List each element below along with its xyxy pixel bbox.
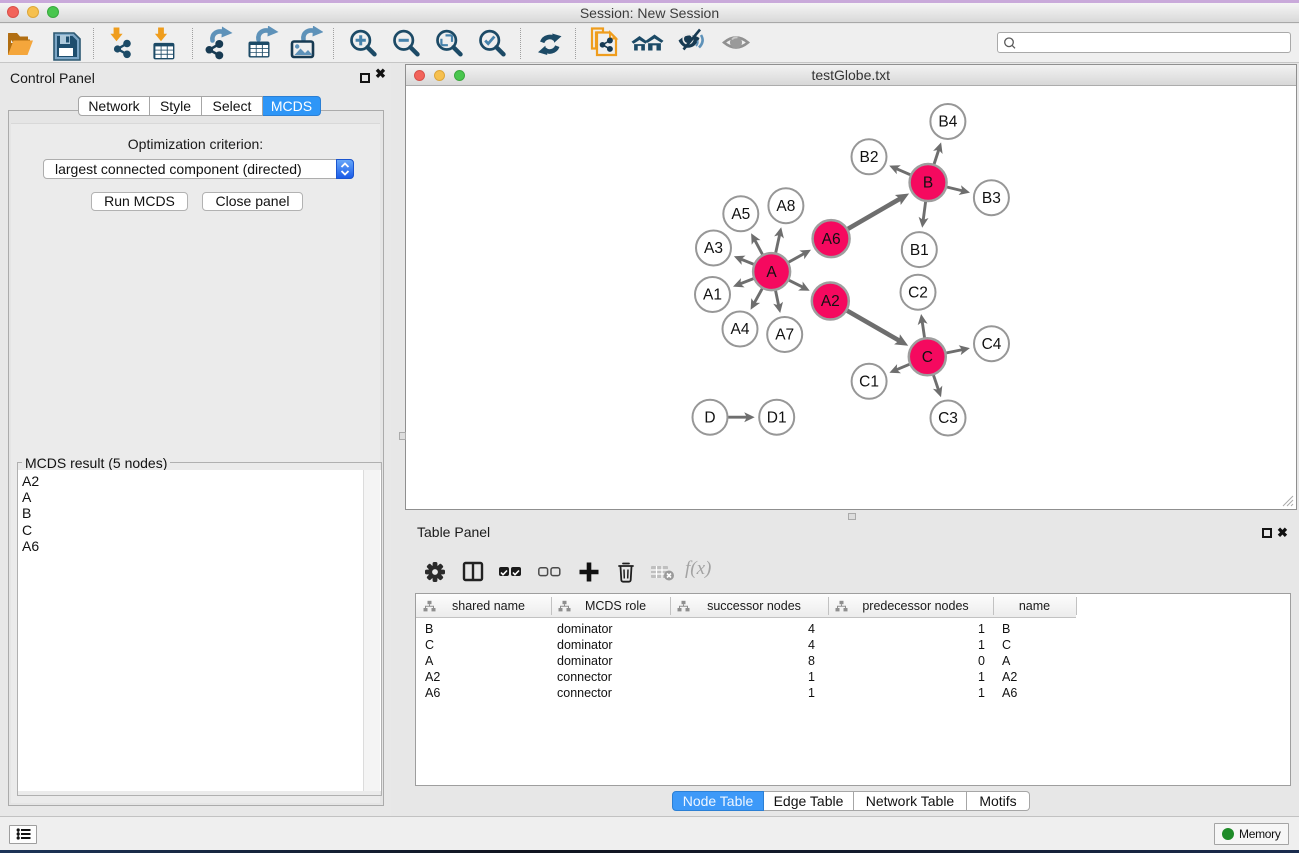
- svg-text:A8: A8: [776, 197, 795, 214]
- svg-text:A: A: [766, 263, 777, 280]
- svg-text:A4: A4: [730, 321, 749, 338]
- svg-text:B1: B1: [909, 241, 928, 258]
- svg-text:A7: A7: [775, 326, 794, 343]
- svg-text:B4: B4: [938, 113, 957, 130]
- svg-text:D: D: [704, 409, 715, 426]
- svg-text:C: C: [921, 349, 932, 366]
- svg-text:C1: C1: [859, 373, 879, 390]
- svg-text:A6: A6: [821, 230, 840, 247]
- svg-text:B: B: [922, 174, 932, 191]
- svg-text:A5: A5: [731, 206, 750, 223]
- svg-text:A2: A2: [820, 293, 839, 310]
- svg-text:B2: B2: [859, 149, 878, 166]
- svg-text:B3: B3: [981, 189, 1000, 206]
- svg-text:C4: C4: [981, 335, 1001, 352]
- svg-text:A1: A1: [703, 286, 722, 303]
- svg-text:C3: C3: [938, 410, 958, 427]
- svg-text:D1: D1: [766, 409, 786, 426]
- svg-text:C2: C2: [908, 284, 928, 301]
- svg-text:A3: A3: [704, 240, 723, 257]
